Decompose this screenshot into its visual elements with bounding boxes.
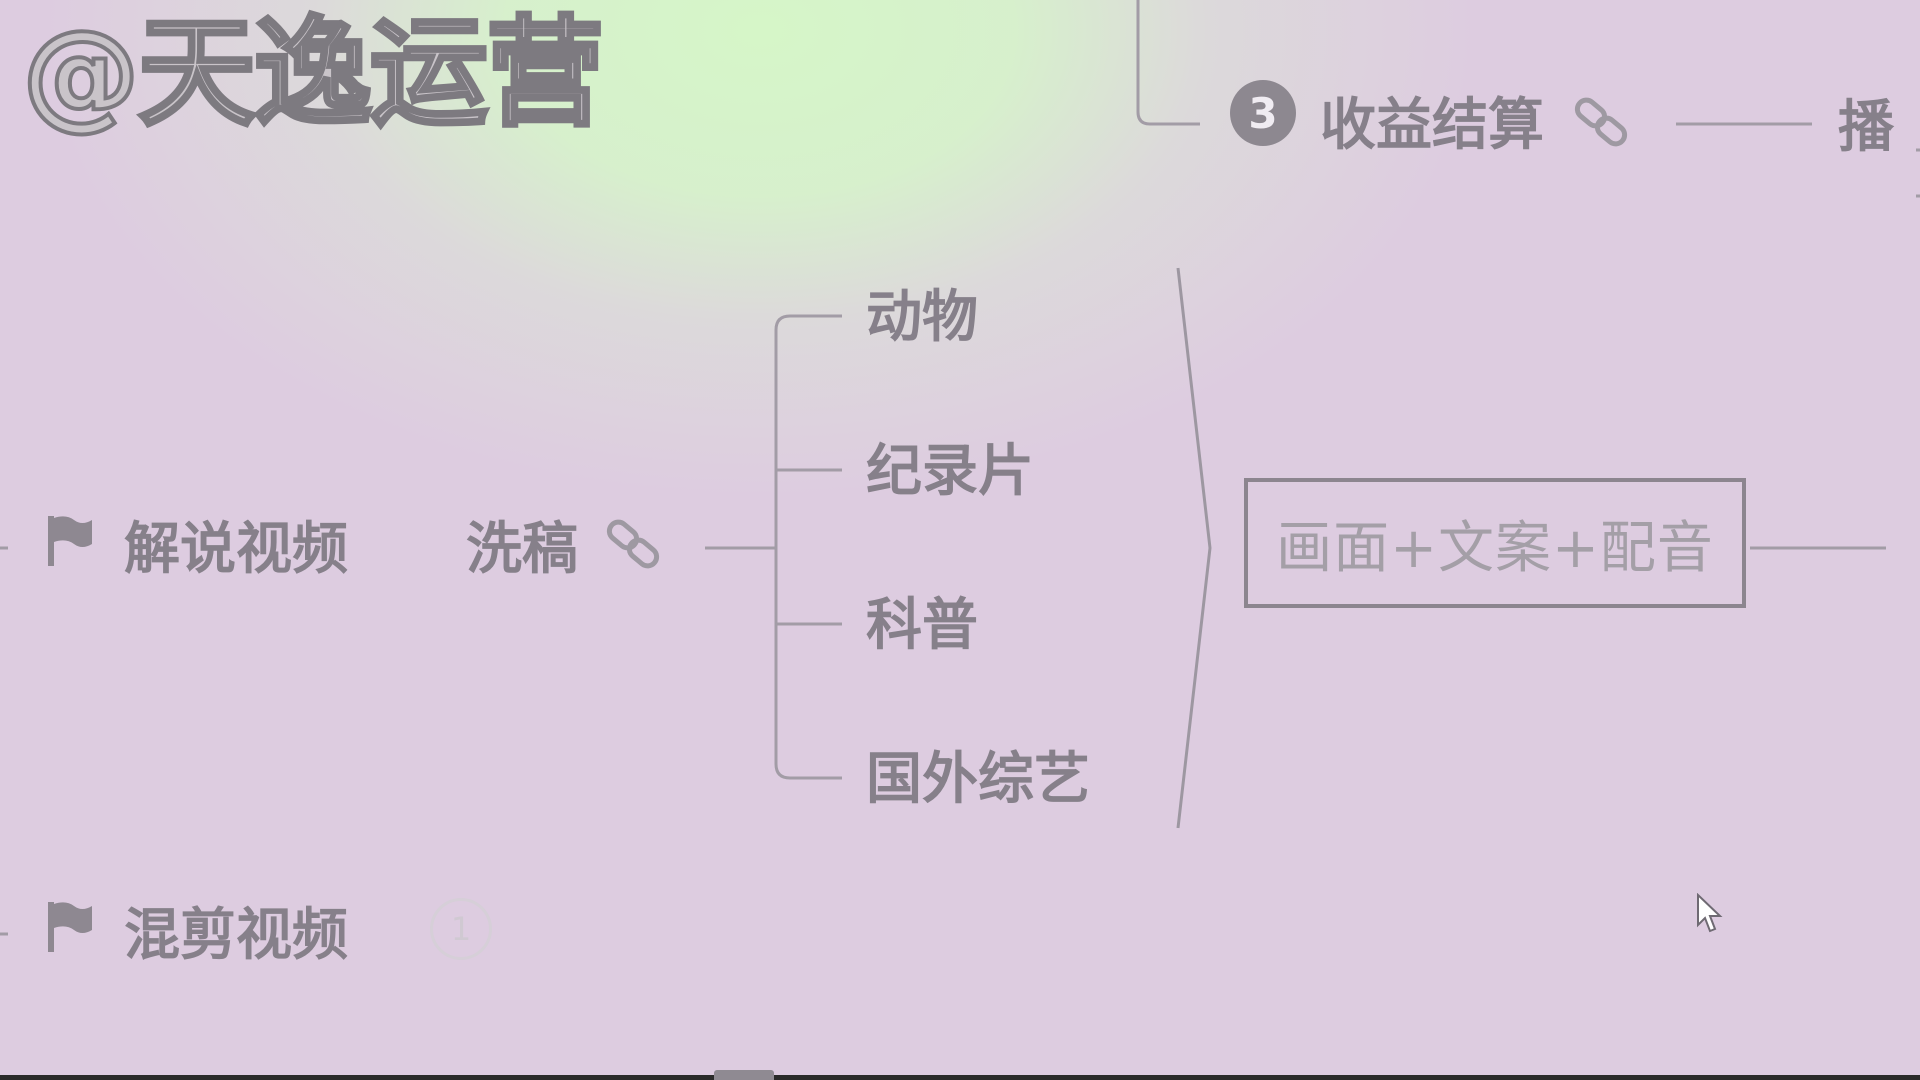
node-broadcast-partial[interactable]: 播 <box>1838 100 1894 156</box>
link-icon[interactable] <box>1572 92 1632 156</box>
flag-icon <box>46 900 94 958</box>
node-remix-video[interactable]: 混剪视频 <box>124 908 348 964</box>
node-category[interactable]: 国外综艺 <box>866 752 1090 808</box>
cursor-icon <box>1696 892 1724 939</box>
node-rewrite[interactable]: 洗稿 <box>466 522 578 578</box>
node-commentary-video[interactable]: 解说视频 <box>124 522 348 578</box>
summary-node-selected[interactable]: 画面+文案+配音 <box>1244 478 1746 608</box>
flag-icon <box>46 514 94 572</box>
collapsed-count-badge[interactable]: 1 <box>430 898 492 960</box>
node-category[interactable]: 科普 <box>866 598 978 654</box>
summary-label: 画面+文案+配音 <box>1276 515 1714 581</box>
node-revenue-settlement[interactable]: 收益结算 <box>1320 98 1544 154</box>
watermark-text: @天逸运营 <box>20 4 606 142</box>
priority-badge: 3 <box>1230 80 1296 146</box>
window-bottom-edge <box>0 1075 1920 1080</box>
link-icon[interactable] <box>604 514 664 578</box>
scroll-handle[interactable] <box>714 1070 774 1080</box>
node-category[interactable]: 纪录片 <box>866 444 1034 500</box>
node-category[interactable]: 动物 <box>866 290 978 346</box>
